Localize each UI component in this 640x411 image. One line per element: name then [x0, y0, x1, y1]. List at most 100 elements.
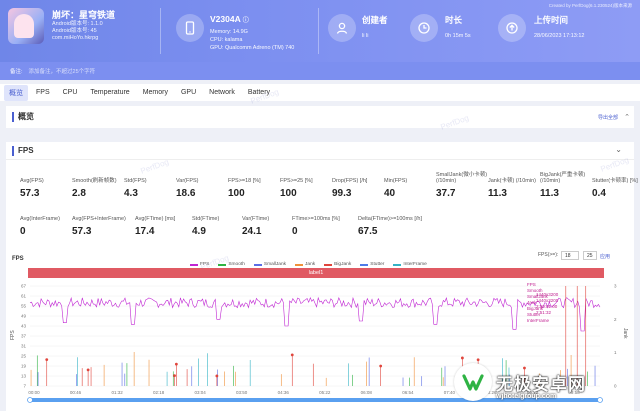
x-tick-label: 00:00: [28, 390, 40, 395]
stat-value: 2.8: [72, 188, 86, 199]
device-model: V2304A ⓘ: [210, 14, 249, 24]
tab-memory[interactable]: Memory: [138, 86, 173, 99]
stat-label: Min(FPS): [384, 178, 408, 184]
creator-label: 创建者: [362, 15, 388, 25]
stat-label: Smooth(刷新帧数): [72, 178, 117, 184]
stat-1-7: Min(FPS) 40: [384, 170, 444, 199]
legend-item-bigjank[interactable]: BigJank: [324, 262, 351, 267]
y-axis-label: FPS: [10, 330, 16, 340]
export-all-button[interactable]: 导出全部: [598, 114, 618, 121]
stat-value: 11.3: [540, 188, 559, 199]
collapse-icon[interactable]: ⌃: [624, 113, 630, 121]
range-label-bar[interactable]: label1: [28, 268, 604, 278]
bigjank-marker: [45, 358, 49, 362]
header-divider: [160, 8, 161, 54]
tab-network[interactable]: Network: [204, 86, 240, 99]
y-right-tick-label: 2: [614, 317, 617, 322]
fps-threshold-input-2[interactable]: 25: [583, 251, 597, 260]
report-source: Created by PerfDog(6.1.230524)版本来源: [548, 3, 632, 8]
tab-cpu[interactable]: CPU: [58, 86, 83, 99]
legend-item-interframe[interactable]: InterFrame: [393, 262, 427, 267]
stat-2-5: FTime>=100ms [%] 0: [292, 208, 362, 237]
stat-label: FTime>=100ms [%]: [292, 216, 340, 222]
tab-temperature[interactable]: Temperature: [85, 86, 134, 99]
game-name: 崩坏：星穹铁道: [52, 10, 116, 20]
stat-label: FPS>=25 [%]: [280, 178, 313, 184]
phone-icon: [176, 14, 204, 42]
stat-value: 4.3: [124, 188, 138, 199]
tab-bar: 概览 FPS CPU Temperature Memory GPU Networ…: [0, 84, 640, 101]
bigjank-marker: [379, 364, 383, 368]
tab-gpu[interactable]: GPU: [176, 86, 201, 99]
note-bar[interactable]: 备注: 添加备注，不超过25个字符: [0, 62, 640, 80]
y-tick-label: 19: [21, 364, 27, 369]
legend-swatch: [360, 263, 369, 266]
stat-label: FPS>=18 [%]: [228, 178, 261, 184]
fps-threshold-input-1[interactable]: 18: [561, 251, 579, 260]
note-placeholder[interactable]: 添加备注，不超过25个字符: [29, 69, 96, 75]
game-info: Android版本号: 1.1.0 Android版本号: 45 com.miH…: [52, 21, 103, 42]
user-icon: [328, 14, 356, 42]
y-tick-label: 61: [21, 294, 27, 299]
stat-value: 57.3: [20, 188, 40, 199]
x-tick-label: 03:04: [195, 390, 207, 395]
stat-label: Avg(FPS): [20, 178, 44, 184]
y-right-tick-label: 3: [614, 284, 617, 289]
stat-value: 11.3: [488, 188, 507, 199]
bigjank-marker: [290, 353, 294, 357]
tab-fps[interactable]: FPS: [31, 86, 55, 99]
stat-1-4: FPS>=18 [%] 100: [228, 170, 288, 199]
bigjank-marker: [173, 374, 176, 377]
legend-label: FPS: [200, 262, 210, 267]
legend-swatch: [295, 263, 304, 266]
stat-value: 100: [228, 188, 245, 199]
y-right-tick-label: 1: [614, 350, 617, 355]
overview-title: 概览: [12, 112, 34, 122]
device-memory: Memory: 14.9G: [210, 29, 248, 35]
device-cpu: CPU: kalama: [210, 37, 243, 43]
game-version: Android版本号: 1.1.0: [52, 21, 103, 27]
legend-swatch: [393, 263, 402, 266]
y-tick-label: 49: [21, 314, 27, 319]
stat-2-6: Delta(FTime)>=100ms [/h] 67.5: [358, 208, 428, 237]
legend-item-jank[interactable]: Jank: [295, 262, 315, 267]
apply-button[interactable]: 应用: [600, 253, 610, 260]
bigjank-marker: [174, 362, 178, 366]
legend-item-smooth[interactable]: Smooth: [218, 262, 245, 267]
stat-label: Var(FPS): [176, 178, 199, 184]
brand-name: 无极安卓网: [496, 374, 586, 394]
stat-1-0: Avg(FPS) 57.3: [20, 170, 80, 199]
game-package: com.miHoYo.hkrpg: [52, 35, 99, 41]
stat-value: 18.6: [176, 188, 196, 199]
stat-1-11: Stutter(卡顿率) [%] 0.4: [592, 170, 640, 199]
legend-label: Jank: [305, 262, 316, 267]
stat-label: Std(FPS): [124, 178, 147, 184]
chevron-down-icon[interactable]: ⌄: [615, 145, 622, 154]
x-tick-label: 06:08: [361, 390, 373, 395]
duration-value: 0h 15m 5s: [445, 33, 471, 39]
fps-threshold-label: FPS(>=):: [538, 252, 559, 258]
stat-label: Delta(FTime)>=100ms [/h]: [358, 216, 422, 222]
stat-label: Drop(FPS) [/h]: [332, 178, 368, 184]
stat-value: 67.5: [358, 226, 378, 237]
fps-title: FPS: [12, 146, 34, 156]
chart-title: FPS: [12, 256, 24, 262]
x-tick-label: 02:18: [153, 390, 165, 395]
legend-item-stutter[interactable]: Stutter: [360, 262, 384, 267]
header-divider: [318, 8, 319, 54]
legend-label: Smooth: [228, 262, 245, 267]
game-icon: [8, 8, 44, 44]
legend-item-fps[interactable]: FPS: [190, 262, 209, 267]
stat-value: 40: [384, 188, 396, 199]
y-tick-label: 31: [21, 344, 27, 349]
legend-label: BigJank: [334, 262, 352, 267]
x-tick-label: 05:22: [319, 390, 331, 395]
chart-tooltip: FPS Smooth SmallJank Jank BigJank Stutter Inte…: [527, 282, 589, 324]
legend-swatch: [253, 263, 262, 266]
legend-label: Stutter: [370, 262, 385, 267]
legend-item-smalljank[interactable]: SmallJank: [253, 262, 286, 267]
bigjank-marker: [215, 374, 219, 378]
tab-battery[interactable]: Battery: [243, 86, 275, 99]
scrollbar-handle-left: [27, 397, 33, 403]
tab-overview[interactable]: 概览: [4, 84, 28, 101]
